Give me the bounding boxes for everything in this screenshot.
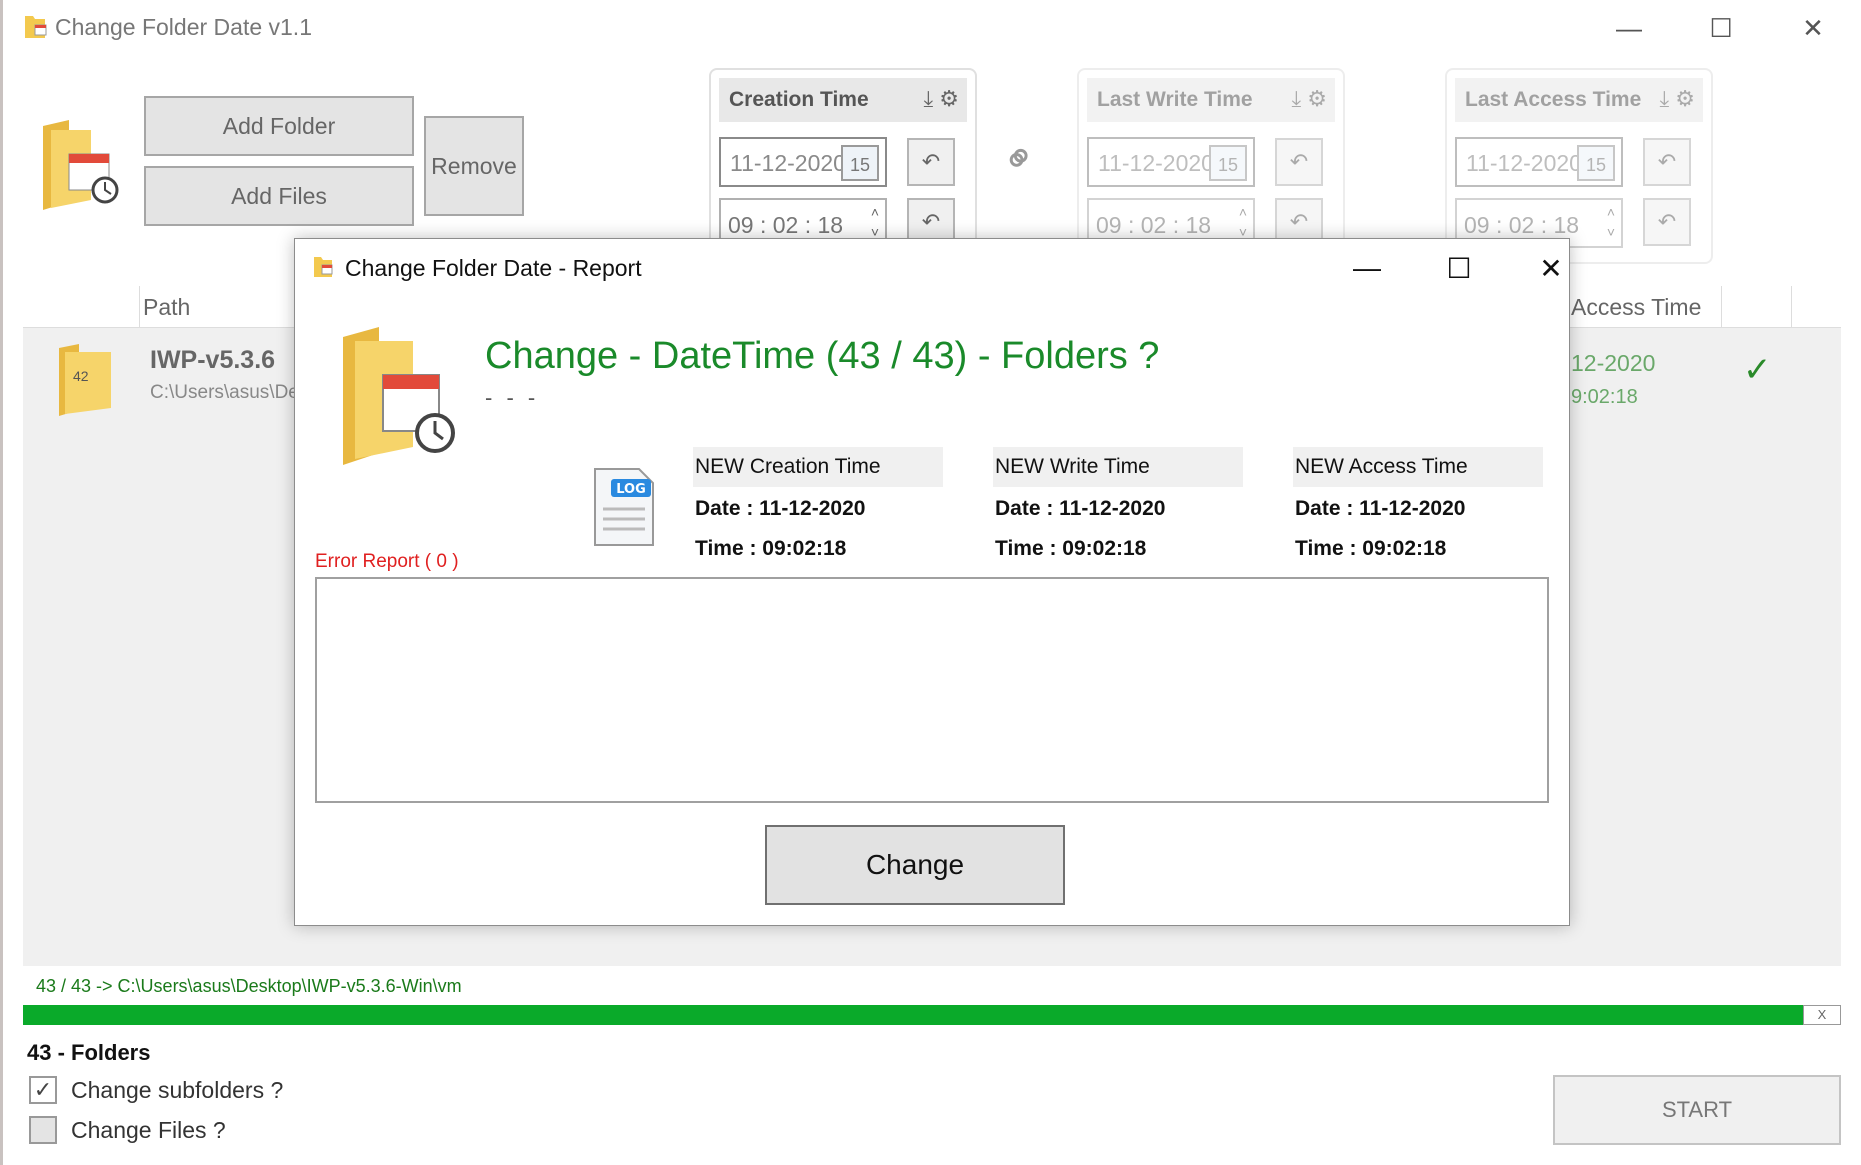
new-creation-time: Time : 09:02:18 [695, 537, 847, 560]
last-write-time-value: 09 : 02 : 18 [1096, 212, 1212, 238]
column-header-path[interactable]: Path [143, 294, 190, 321]
download-gear-icons[interactable]: ⤓ ⚙ [923, 86, 959, 112]
change-files-option[interactable]: Change Files ? [29, 1116, 226, 1144]
undo-icon[interactable]: ↶ [1643, 138, 1691, 186]
start-button[interactable]: START [1553, 1075, 1841, 1145]
last-write-time-header: Last Write Time ⤓ ⚙ [1087, 78, 1335, 122]
new-write-time-header: NEW Write Time [993, 447, 1243, 487]
new-access-time: Time : 09:02:18 [1295, 537, 1447, 560]
add-files-button[interactable]: Add Files [144, 166, 414, 226]
new-access-date: Date : 11-12-2020 [1295, 497, 1466, 520]
creation-time-panel: Creation Time ⤓ ⚙ 11-12-2020 15 ↶ 09 : 0… [709, 68, 977, 264]
column-divider [1791, 286, 1792, 328]
progress-cancel-button[interactable]: X [1803, 1005, 1841, 1025]
last-access-date-field[interactable]: 11-12-2020 15 [1455, 137, 1623, 187]
new-creation-time-header: NEW Creation Time [693, 447, 943, 487]
change-button[interactable]: Change [765, 825, 1065, 905]
progress-status-text: 43 / 43 -> C:\Users\asus\Desktop\IWP-v5.… [36, 976, 462, 996]
calendar-icon[interactable]: 15 [1209, 145, 1247, 181]
close-button[interactable]: ✕ [1783, 6, 1843, 50]
folder-calendar-logo [343, 327, 455, 465]
column-divider [139, 286, 140, 328]
dialog-title: Change Folder Date - Report [345, 255, 642, 281]
new-write-date: Date : 11-12-2020 [995, 497, 1166, 520]
creation-time-label: Creation Time [729, 88, 869, 111]
report-dialog: Change Folder Date - Report — ☐ ✕ Change… [294, 238, 1570, 926]
creation-date-field[interactable]: 11-12-2020 15 [719, 137, 887, 187]
undo-icon[interactable]: ↶ [1275, 138, 1323, 186]
change-files-checkbox[interactable] [29, 1116, 57, 1144]
remove-button[interactable]: Remove [424, 116, 524, 216]
new-access-time-column: NEW Access Time Date : 11-12-2020 Time :… [1293, 447, 1543, 567]
spinner-icon[interactable]: ˄ ˅ [871, 202, 879, 242]
spinner-icon[interactable]: ˄ ˅ [1239, 202, 1247, 242]
last-access-date-value: 11-12-2020 [1466, 150, 1582, 176]
dialog-heading: Change - DateTime (43 / 43) - Folders ? [485, 335, 1160, 377]
folder-name: IWP-v5.3.6 [150, 346, 276, 374]
dialog-subheading: - - - [485, 385, 540, 410]
creation-time-value: 09 : 02 : 18 [728, 212, 844, 238]
minimize-button[interactable]: — [1599, 6, 1659, 50]
dialog-close-button[interactable]: ✕ [1521, 245, 1581, 291]
new-access-time-header: NEW Access Time [1293, 447, 1543, 487]
last-write-time-label: Last Write Time [1097, 88, 1253, 111]
folder-count-badge: 42 [73, 368, 89, 384]
app-folder-icon [25, 16, 47, 38]
change-subfolders-option[interactable]: ✓ Change subfolders ? [29, 1076, 283, 1104]
dialog-maximize-button[interactable]: ☐ [1429, 245, 1489, 291]
log-label: LOG [616, 482, 646, 497]
change-subfolders-checkbox[interactable]: ✓ [29, 1076, 57, 1104]
folder-path: C:\Users\asus\De [150, 382, 299, 403]
dialog-folder-icon [314, 257, 333, 277]
last-access-time-panel: Last Access Time ⤓ ⚙ 11-12-2020 15 ↶ 09 … [1445, 68, 1713, 264]
add-folder-button[interactable]: Add Folder [144, 96, 414, 156]
last-write-time-panel: Last Write Time ⤓ ⚙ 11-12-2020 15 ↶ 09 :… [1077, 68, 1345, 264]
folder-calendar-logo [43, 120, 119, 210]
folders-count: 43 - Folders [27, 1040, 151, 1065]
maximize-button[interactable]: ☐ [1691, 6, 1751, 50]
last-write-date-field[interactable]: 11-12-2020 15 [1087, 137, 1255, 187]
new-creation-date: Date : 11-12-2020 [695, 497, 866, 520]
checkmark-icon: ✓ [1743, 351, 1772, 389]
new-creation-time-column: NEW Creation Time Date : 11-12-2020 Time… [693, 447, 943, 567]
column-header-access-time[interactable]: Access Time [1571, 294, 1701, 321]
dialog-minimize-button[interactable]: — [1337, 245, 1397, 291]
access-time-value: 9:02:18 [1571, 386, 1638, 408]
access-date-value: 12-2020 [1571, 350, 1656, 376]
download-gear-icons[interactable]: ⤓ ⚙ [1291, 86, 1327, 112]
new-write-time: Time : 09:02:18 [995, 537, 1147, 560]
new-write-time-column: NEW Write Time Date : 11-12-2020 Time : … [993, 447, 1243, 567]
spinner-icon[interactable]: ˄ ˅ [1607, 202, 1615, 242]
calendar-icon[interactable]: 15 [1577, 145, 1615, 181]
creation-time-header: Creation Time ⤓ ⚙ [719, 78, 967, 122]
last-access-time-value: 09 : 02 : 18 [1464, 212, 1580, 238]
change-files-label: Change Files ? [71, 1116, 226, 1143]
progress-bar: X [23, 1005, 1841, 1025]
title-bar: Change Folder Date v1.1 — ☐ ✕ [3, 0, 1861, 56]
last-access-time-header: Last Access Time ⤓ ⚙ [1455, 78, 1703, 122]
creation-date-value: 11-12-2020 [730, 150, 846, 176]
download-gear-icons[interactable]: ⤓ ⚙ [1659, 86, 1695, 112]
calendar-icon[interactable]: 15 [841, 145, 879, 181]
undo-icon[interactable]: ↶ [1643, 198, 1691, 246]
error-report-label: Error Report ( 0 ) [315, 551, 459, 572]
log-file-icon[interactable]: LOG [591, 465, 657, 549]
column-divider [1721, 286, 1722, 328]
link-icon[interactable]: ⚭ [992, 131, 1048, 187]
progress-fill [23, 1005, 1803, 1025]
undo-icon[interactable]: ↶ [907, 138, 955, 186]
last-access-time-label: Last Access Time [1465, 88, 1642, 111]
last-write-date-value: 11-12-2020 [1098, 150, 1214, 176]
change-subfolders-label: Change subfolders ? [71, 1076, 284, 1103]
app-title: Change Folder Date v1.1 [55, 14, 312, 40]
error-report-textarea[interactable] [315, 577, 1549, 803]
